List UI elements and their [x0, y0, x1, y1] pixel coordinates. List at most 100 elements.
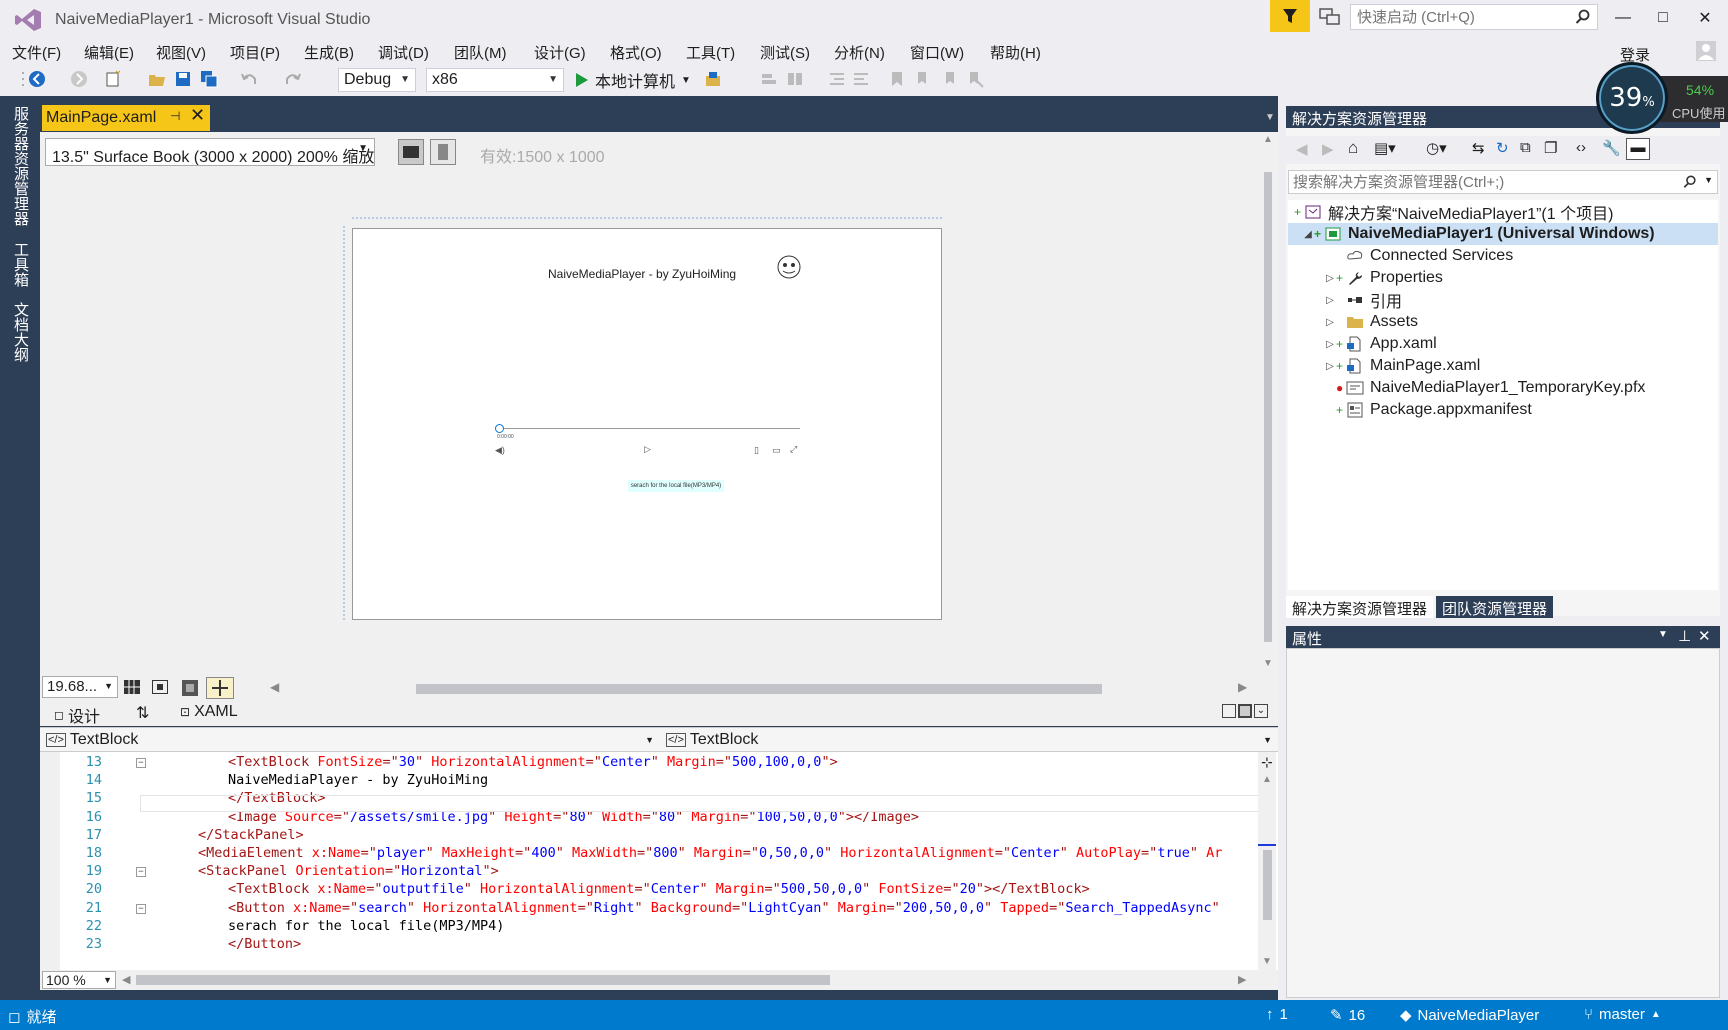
collapse-region-icon[interactable]: −: [136, 758, 146, 768]
volume-icon[interactable]: ◀): [495, 445, 505, 456]
tree-item-mainpage-xaml[interactable]: ▷ + MainPage.xaml: [1288, 355, 1718, 377]
menu-window[interactable]: 窗口(W): [910, 42, 964, 63]
tree-item-properties[interactable]: ▷ + Properties: [1288, 267, 1718, 289]
quick-launch-input[interactable]: [1351, 5, 1561, 29]
tab-team-explorer[interactable]: 团队资源管理器: [1436, 596, 1554, 618]
play-icon[interactable]: ▷: [644, 444, 651, 455]
bookmark-icon[interactable]: [888, 70, 906, 88]
app-title-text[interactable]: NaiveMediaPlayer - by ZyuHoiMing: [548, 267, 736, 281]
scroll-up-icon[interactable]: ▲: [1263, 134, 1273, 145]
navigate-forward-icon[interactable]: [70, 70, 88, 88]
configuration-select[interactable]: Debug ▼: [338, 68, 416, 92]
switch-views-icon[interactable]: ▤▾: [1374, 139, 1396, 157]
navigate-back-icon[interactable]: [28, 70, 46, 88]
tab-mainpage-xaml[interactable]: MainPage.xaml ⊣ ✕: [42, 105, 210, 131]
media-progress-thumb[interactable]: [495, 424, 504, 433]
chevron-down-icon[interactable]: ▼: [1704, 175, 1713, 185]
editor-zoom-select[interactable]: 100 % ▼: [42, 971, 116, 989]
collapse-region-icon[interactable]: −: [136, 903, 146, 914]
chevron-down-icon[interactable]: ▼: [1658, 629, 1668, 640]
code-line[interactable]: 19 − <StackPanel Orientation="Horizontal">: [40, 863, 1260, 883]
menu-tools[interactable]: 工具(T): [686, 42, 735, 63]
properties-wrench-icon[interactable]: 🔧: [1602, 139, 1621, 157]
code-line[interactable]: 22 serach for the local file(MP3/MP4): [40, 918, 1260, 938]
scroll-thumb[interactable]: [1264, 172, 1272, 642]
distribute-icon[interactable]: [786, 70, 804, 88]
split-editor-icon[interactable]: ⊹: [1261, 754, 1273, 771]
tree-item-references[interactable]: ▷ 引用: [1288, 289, 1718, 311]
new-project-icon[interactable]: [104, 70, 122, 88]
menu-edit[interactable]: 编辑(E): [84, 42, 134, 63]
tree-item-solution[interactable]: + 解决方案“NaiveMediaPlayer1”(1 个项目): [1288, 201, 1718, 223]
code-line[interactable]: 18 <MediaElement x:Name="player" MaxHeigh…: [40, 845, 1260, 865]
member-scope-select[interactable]: </> TextBlock ▼: [666, 729, 1276, 751]
aspect-ratio-icon[interactable]: ▯: [754, 445, 759, 456]
search-icon[interactable]: [1575, 9, 1591, 25]
snap-to-grid-icon[interactable]: [152, 680, 168, 694]
refresh-icon[interactable]: ↻: [1496, 139, 1509, 157]
code-line[interactable]: 21− <Button x:Name="search" HorizontalAli…: [40, 900, 1260, 920]
tree-item-project[interactable]: ◢ + NaiveMediaPlayer1 (Universal Windows…: [1288, 223, 1718, 245]
back-icon[interactable]: ◀: [1296, 140, 1308, 158]
swap-panes-button[interactable]: ⇅: [136, 703, 149, 723]
scroll-left-icon[interactable]: ◀: [122, 973, 130, 986]
status-repository[interactable]: ◆ NaiveMediaPlayer: [1400, 1006, 1539, 1025]
grid-icon[interactable]: [124, 680, 140, 694]
cast-icon[interactable]: ▭: [772, 445, 781, 456]
view-code-icon[interactable]: ‹›: [1576, 139, 1586, 156]
close-icon[interactable]: ✕: [1698, 627, 1711, 645]
pin-icon[interactable]: ⊥: [1678, 627, 1691, 645]
collapse-region-icon[interactable]: −: [136, 867, 146, 878]
app-preview-canvas[interactable]: [352, 228, 942, 620]
menu-project[interactable]: 项目(P): [230, 42, 280, 63]
search-local-file-button[interactable]: serach for the local file(MP3/MP4): [628, 480, 724, 492]
status-pending-edits[interactable]: ✎ 16: [1330, 1006, 1365, 1025]
tab-design[interactable]: ◻ 设计: [54, 703, 100, 727]
tab-xaml[interactable]: ⊡ XAML: [180, 703, 238, 721]
fullscreen-icon[interactable]: ⤢: [790, 444, 797, 455]
pending-changes-icon[interactable]: ◷▾: [1426, 139, 1447, 157]
save-all-icon[interactable]: [200, 70, 218, 88]
portrait-orientation-button[interactable]: [430, 139, 456, 165]
menu-file[interactable]: 文件(F): [12, 42, 61, 63]
sync-icon[interactable]: ⇆: [1472, 139, 1485, 157]
previous-bookmark-icon[interactable]: [914, 70, 932, 88]
snap-to-snaplines-button[interactable]: [206, 677, 234, 699]
redo-icon[interactable]: [284, 70, 302, 88]
clear-bookmarks-icon[interactable]: [966, 70, 984, 88]
menu-view[interactable]: 视图(V): [156, 42, 206, 63]
tree-item-temporary-key[interactable]: ● NaiveMediaPlayer1_TemporaryKey.pfx: [1288, 377, 1718, 399]
designer-zoom-select[interactable]: 19.68... ▼: [42, 676, 118, 698]
start-debugging-button[interactable]: 本地计算机 ▼: [575, 69, 691, 91]
code-line[interactable]: 20 <TextBlock x:Name="outputfile" Horizon…: [40, 881, 1260, 901]
tree-item-assets[interactable]: ▷ Assets: [1288, 311, 1718, 333]
solution-search-input[interactable]: [1289, 171, 1679, 193]
code-line[interactable]: 14 NaiveMediaPlayer - by ZyuHoiMing: [40, 772, 1260, 792]
undo-icon[interactable]: [240, 70, 258, 88]
home-icon[interactable]: ⌂: [1348, 138, 1358, 158]
collapse-all-icon[interactable]: ⧉: [1520, 139, 1531, 156]
menu-test[interactable]: 测试(S): [760, 42, 810, 63]
status-publish[interactable]: ↑ 1: [1266, 1006, 1288, 1023]
tab-solution-explorer[interactable]: 解决方案资源管理器: [1286, 596, 1434, 618]
platform-select[interactable]: x86 ▼: [426, 68, 564, 92]
xaml-code-editor[interactable]: 13− <TextBlock FontSize="30" HorizontalAl…: [40, 752, 1278, 970]
indent-icon[interactable]: [828, 70, 846, 88]
scroll-down-icon[interactable]: ▼: [1263, 658, 1273, 669]
account-icon[interactable]: [1695, 40, 1717, 62]
tab-toolbox[interactable]: 工具箱: [10, 242, 31, 287]
scroll-right-icon[interactable]: ▶: [1238, 973, 1246, 986]
horizontal-split-icon[interactable]: [1238, 704, 1252, 718]
smile-face-icon[interactable]: [776, 254, 802, 280]
show-all-files-icon[interactable]: ❐: [1544, 139, 1557, 157]
scroll-left-icon[interactable]: ◀: [270, 680, 279, 694]
scroll-up-icon[interactable]: ▲: [1262, 774, 1272, 785]
menu-team[interactable]: 团队(M): [454, 42, 507, 63]
document-list-dropdown[interactable]: ▼: [1265, 112, 1275, 123]
tab-document-outline[interactable]: 文档大纲: [10, 302, 31, 362]
designer-vertical-scrollbar[interactable]: ▲ ▼: [1260, 134, 1276, 674]
editor-horizontal-scroll-thumb[interactable]: [136, 975, 830, 985]
notifications-filter-button[interactable]: [1270, 0, 1310, 32]
close-tab-icon[interactable]: ✕: [190, 105, 205, 126]
vertical-split-icon[interactable]: [1222, 704, 1236, 718]
